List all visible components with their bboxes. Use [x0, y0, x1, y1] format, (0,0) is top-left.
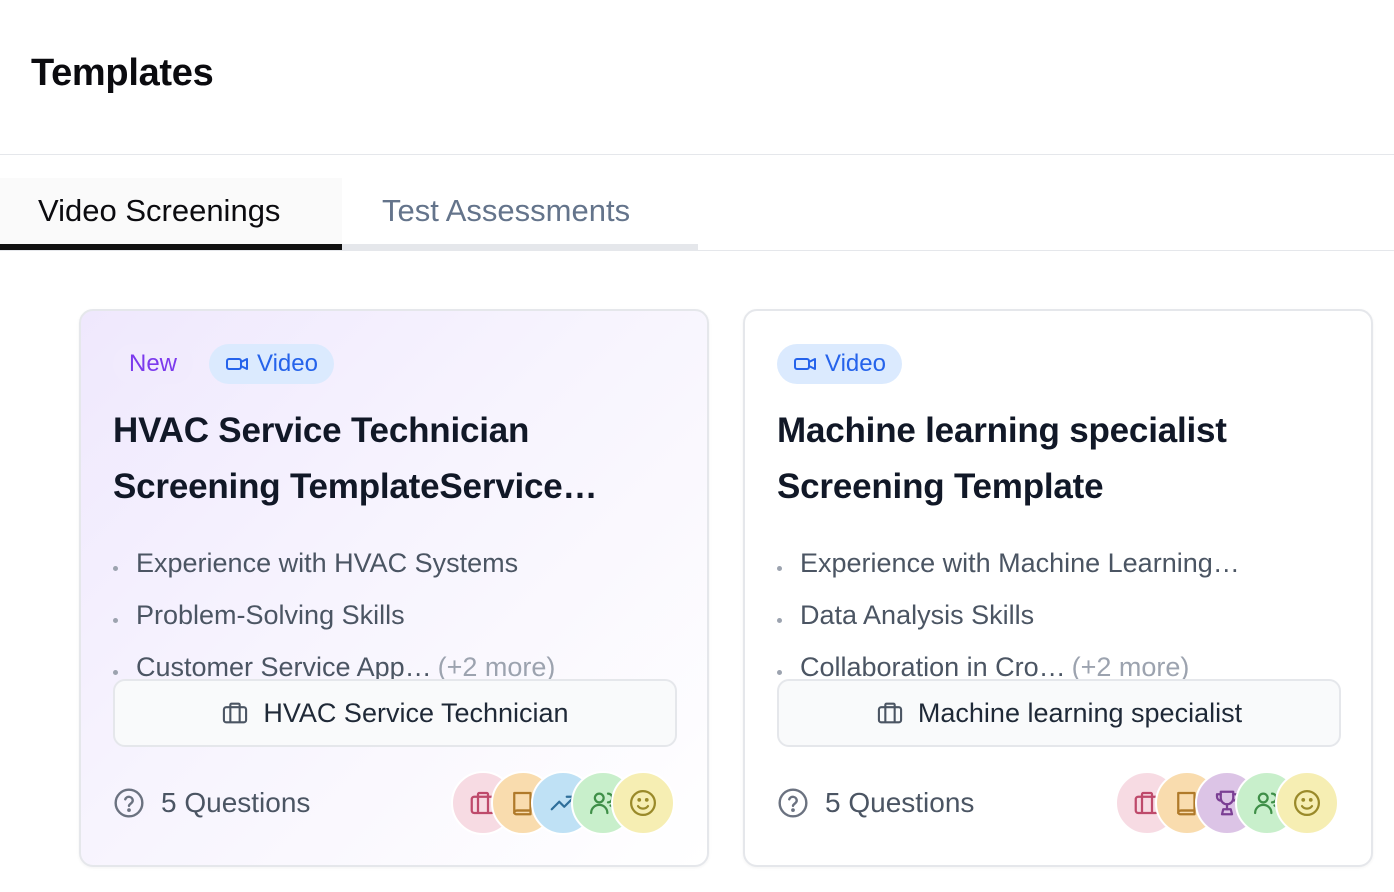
template-card-hvac[interactable]: New Video HVAC Service Technician Screen… [79, 309, 709, 867]
bullet [113, 565, 118, 571]
role-tag: Machine learning specialist [777, 679, 1341, 747]
skill-label: Experience with Machine Learning… [800, 547, 1240, 578]
tab-video-screenings[interactable]: Video Screenings [0, 178, 342, 250]
role-label: Machine learning specialist [917, 697, 1243, 728]
skill-label: Experience with HVAC Systems [136, 547, 519, 578]
briefcase-icon [223, 702, 248, 724]
tabs-divider [0, 250, 1394, 251]
list-item: Experience with Machine Learning… [777, 537, 1337, 589]
bullet [777, 565, 782, 571]
skill-label: Problem-Solving Skills [136, 599, 405, 630]
video-camera-icon [794, 358, 816, 370]
video-badge: Video [209, 344, 334, 384]
question-circle-icon [778, 788, 808, 818]
template-card-ml[interactable]: Video Machine learning specialist Screen… [743, 309, 1373, 867]
question-count: 5 Questions [113, 787, 310, 819]
video-badge-label: Video [257, 350, 318, 377]
question-count: 5 Questions [777, 787, 974, 819]
role-label: HVAC Service Technician [263, 697, 569, 728]
bullet [777, 669, 782, 675]
smile-icon [630, 790, 656, 816]
skill-label: Collaboration in Cro… [800, 651, 1066, 682]
card-title: Machine learning specialist Screening Te… [777, 411, 1227, 506]
card-badges: New Video [113, 344, 334, 384]
skills-list: Experience with Machine Learning… Data A… [777, 537, 1337, 693]
list-item: Data Analysis Skills [777, 589, 1337, 641]
list-item: Problem-Solving Skills [113, 589, 673, 641]
card-badges: Video [777, 344, 902, 384]
skills-list: Experience with HVAC Systems Problem-Sol… [113, 537, 673, 693]
question-circle-icon [114, 788, 144, 818]
bullet [777, 617, 782, 623]
avatar [611, 771, 675, 835]
video-badge: Video [777, 344, 902, 384]
skill-category-icons [1115, 771, 1339, 835]
more-skills-count: (+2 more) [1071, 651, 1190, 682]
role-tag: HVAC Service Technician [113, 679, 677, 747]
header-divider [0, 154, 1394, 155]
bullet [113, 669, 118, 675]
avatar [1275, 771, 1339, 835]
card-title: HVAC Service Technician Screening Templa… [113, 411, 598, 506]
video-badge-label: Video [825, 350, 886, 377]
more-skills-count: (+2 more) [437, 651, 556, 682]
briefcase-icon [877, 702, 903, 724]
skill-category-icons [451, 771, 675, 835]
new-badge: New [113, 344, 194, 384]
video-camera-icon [226, 358, 249, 370]
tab-bar: Video Screenings Test Assessments [0, 178, 698, 250]
question-count-label: 5 Questions [825, 787, 975, 818]
smile-icon [1294, 790, 1320, 816]
skill-label: Data Analysis Skills [800, 599, 1035, 630]
page-title: Templates [31, 52, 214, 94]
skill-label: Customer Service App… [136, 651, 432, 682]
question-count-label: 5 Questions [161, 787, 311, 818]
bullet [113, 617, 118, 623]
list-item: Experience with HVAC Systems [113, 537, 673, 589]
tab-test-assessments[interactable]: Test Assessments [342, 178, 698, 250]
